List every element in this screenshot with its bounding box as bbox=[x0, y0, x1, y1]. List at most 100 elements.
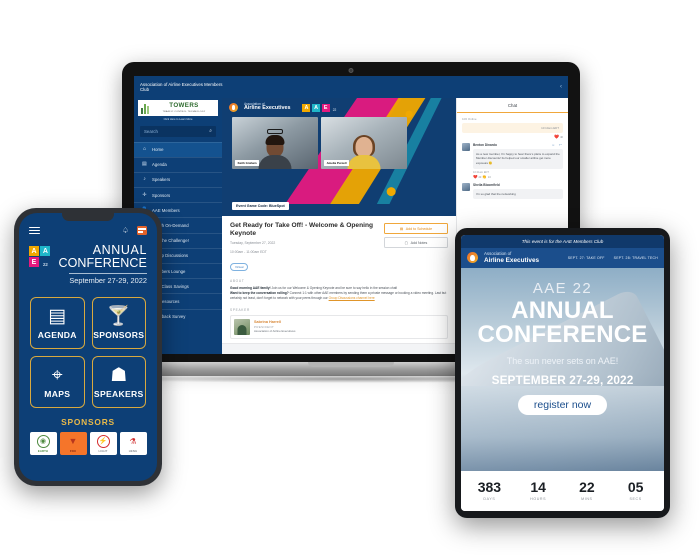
sponsor-subtitle: TRAFFIC CONTROL TECHNOLOGY bbox=[162, 110, 206, 113]
sidebar-item-label: Sponsors bbox=[152, 192, 171, 198]
tablet-title-line2: CONFERENCE bbox=[477, 320, 648, 348]
tile-letter: E bbox=[29, 257, 39, 268]
tile-year: 22 bbox=[332, 107, 337, 112]
group-discussions-link[interactable]: Group Discussions channel here bbox=[329, 296, 375, 300]
tile-year: 22 bbox=[42, 262, 48, 268]
search-icon: ⌕ bbox=[209, 128, 212, 134]
fox-icon: ▼ bbox=[68, 436, 78, 447]
sidebar-item-label: Speakers bbox=[152, 177, 171, 183]
session-title: Get Ready for Take Off! - Welcome & Open… bbox=[230, 222, 374, 238]
note-icon: ▢ bbox=[404, 240, 409, 245]
tile-letter: E bbox=[321, 103, 330, 112]
countdown-value: 14 bbox=[530, 479, 546, 495]
video-stage[interactable]: Association of Airline Executives A A E … bbox=[222, 98, 456, 216]
countdown-timer: 383 DAYS 14 HOURS 22 MINS 05 SECS bbox=[461, 471, 664, 511]
video-tile-speaker-2[interactable]: Amelia Purcell bbox=[321, 117, 407, 170]
tile-agenda[interactable]: ▤ AGENDA bbox=[30, 297, 85, 350]
tile-label: AGENDA bbox=[37, 329, 77, 340]
message-reactions[interactable]: ❤️ 23 👏 13 bbox=[473, 175, 563, 179]
chat-header: Chat bbox=[457, 98, 568, 113]
add-notes-button[interactable]: ▢ Add Notes bbox=[384, 237, 448, 248]
nav-link-travel-tech[interactable]: SEPT. 28: TRAVEL TECH bbox=[614, 256, 658, 260]
bolt-icon: ⚡ bbox=[96, 434, 110, 448]
sponsor-name: HENG bbox=[128, 448, 138, 453]
message-time: 10:21am EDT bbox=[473, 170, 490, 174]
sidebar-item-sponsors[interactable]: ✛ Sponsors bbox=[134, 187, 222, 202]
sponsor-logo-light[interactable]: ⚡ LIGHT bbox=[89, 432, 117, 456]
hamburger-menu-icon[interactable] bbox=[29, 226, 40, 235]
tablet-top-strip: This event is for the AAE Members Club bbox=[461, 235, 664, 248]
sponsor-name: LIGHT bbox=[98, 448, 108, 453]
speaker-role: PRESIDENT bbox=[254, 324, 275, 329]
tile-letter: A bbox=[40, 246, 51, 256]
sidebar-item-agenda[interactable]: ▤ Agenda bbox=[134, 156, 222, 172]
brand-large: Airline Executives bbox=[244, 105, 291, 112]
about-text-1: Join us for our Welcome & Opening Keynot… bbox=[270, 285, 398, 290]
sponsor-logo-fox[interactable]: ▼ FOX bbox=[59, 432, 87, 456]
webcam-icon bbox=[348, 68, 354, 73]
cheers-glasses-icon: 🍸 bbox=[106, 305, 131, 327]
phone-device: ♤ A A E 22 ANNUAL CONFERENCE September 2… bbox=[14, 208, 162, 486]
sidebar-item-home[interactable]: ⌂ Home bbox=[134, 141, 222, 157]
countdown-value: 383 bbox=[477, 479, 502, 495]
glasses-icon bbox=[267, 129, 283, 135]
video-name-tag: Keith Graham bbox=[235, 159, 260, 167]
home-icon: ⌂ bbox=[142, 145, 147, 152]
building-icon bbox=[141, 103, 150, 114]
reaction-count: 40 bbox=[560, 136, 563, 139]
sponsor-logo-earth[interactable]: ◉ EARTH bbox=[29, 432, 57, 456]
chevron-left-icon[interactable]: ‹ bbox=[560, 84, 562, 90]
chat-message-self: 10:10am EDT ❤️ 40 bbox=[457, 123, 568, 143]
heart-reaction-icon: ❤️ bbox=[554, 134, 559, 139]
tile-speakers[interactable]: ☗ SPEAKERS bbox=[91, 356, 146, 409]
tablet-tagline: The sun never sets on AAE! bbox=[506, 355, 619, 366]
tile-label: SPONSORS bbox=[93, 329, 145, 340]
sponsor-cta-link[interactable]: Click Here to Learn More bbox=[134, 118, 222, 121]
about-bold-1: Good morning AAE family! bbox=[230, 285, 271, 290]
speaker-card[interactable]: Sabrina Harrell PRESIDENT Association of… bbox=[230, 314, 448, 339]
phone-notch bbox=[62, 213, 114, 221]
aae-letter-tiles: A A E 22 bbox=[302, 103, 337, 112]
globe-icon: ◉ bbox=[36, 434, 50, 448]
countdown-label: DAYS bbox=[483, 497, 496, 501]
sponsor-banner[interactable]: TOWERS TRAFFIC CONTROL TECHNOLOGY bbox=[138, 100, 218, 116]
message-author: Sheila Bloomfield bbox=[473, 183, 500, 188]
sidebar-item-label: Agenda bbox=[152, 162, 167, 168]
bell-icon[interactable]: ♤ bbox=[122, 226, 129, 235]
tablet-date: SEPTEMBER 27-29, 2022 bbox=[491, 372, 634, 387]
countdown-secs: 05 SECS bbox=[611, 480, 660, 501]
session-content: Association of Airline Executives A A E … bbox=[222, 98, 456, 354]
add-to-schedule-button[interactable]: ▤ Add to Schedule bbox=[384, 223, 448, 234]
message-text: As a new member, I'm happy to hear there… bbox=[473, 148, 563, 169]
nav-link-take-off[interactable]: SEPT. 27: TAKE OFF bbox=[568, 256, 605, 260]
message-actions[interactable]: ☺ ↩ bbox=[552, 143, 563, 147]
speaker-label: SPEAKER bbox=[230, 307, 250, 312]
chat-message: Sheila Bloomfield I'm so glad that the n… bbox=[457, 183, 568, 203]
tile-letter: A bbox=[29, 246, 39, 256]
reaction-count: 23 bbox=[478, 176, 482, 180]
add-notes-label: Add Notes bbox=[410, 240, 428, 245]
search-input[interactable]: Search ⌕ bbox=[140, 125, 216, 137]
event-game-code-badge: Event Game Code: BlueSpot bbox=[232, 202, 289, 210]
chat-message: Benton Dinardo ☺ ↩ As a new member, I'm … bbox=[457, 143, 568, 183]
badge-icon[interactable] bbox=[137, 226, 147, 235]
app-topbar: Association of Airline Executives Member… bbox=[134, 76, 568, 98]
about-bold-2: Want to keep the conversation rolling? bbox=[230, 290, 289, 295]
speaker-name: Sabrina Harrell bbox=[254, 319, 282, 324]
message-reactions[interactable]: ❤️ 40 bbox=[462, 134, 563, 139]
register-now-button[interactable]: register now bbox=[517, 394, 608, 415]
tile-sponsors[interactable]: 🍸 SPONSORS bbox=[91, 297, 146, 350]
phone-date: September 27-29, 2022 bbox=[69, 273, 147, 285]
aae-logo-tiles: A A E 22 bbox=[29, 246, 51, 268]
device-mockup-scene: Association of Airline Executives Member… bbox=[0, 0, 700, 560]
tile-maps[interactable]: ⌖ MAPS bbox=[30, 356, 85, 409]
avatar bbox=[462, 143, 470, 151]
video-tile-speaker-1[interactable]: Keith Graham bbox=[232, 117, 318, 170]
avatar bbox=[234, 318, 250, 335]
sidebar-item-speakers[interactable]: ♪ Speakers bbox=[134, 171, 222, 187]
clap-reaction-icon: 👏 bbox=[482, 175, 487, 180]
sponsor-logo-heng[interactable]: ⚗ HENG bbox=[119, 432, 147, 456]
tile-letter: A bbox=[302, 103, 311, 112]
calendar-list-icon: ▤ bbox=[48, 305, 67, 327]
tablet-nav: Association of Airline Executives SEPT. … bbox=[461, 248, 664, 268]
